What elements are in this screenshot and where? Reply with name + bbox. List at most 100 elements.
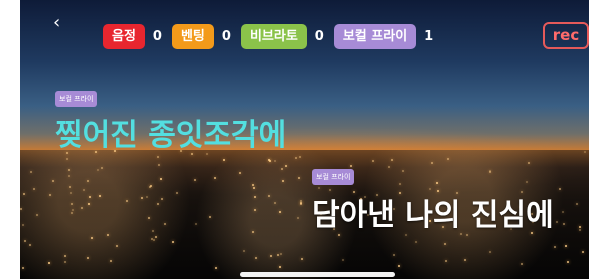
vocal-fry-tag[interactable]: 보컬 프라이 bbox=[333, 24, 417, 49]
city-light bbox=[141, 197, 143, 199]
city-light bbox=[464, 259, 466, 261]
city-light bbox=[70, 192, 72, 194]
city-light bbox=[274, 160, 276, 162]
city-light bbox=[48, 262, 50, 264]
city-light bbox=[556, 221, 558, 223]
city-light bbox=[49, 194, 51, 196]
city-light bbox=[576, 203, 578, 205]
city-light bbox=[64, 255, 66, 257]
lyric-badge-1: 보컬 프라이 bbox=[55, 91, 98, 107]
city-light bbox=[300, 200, 302, 202]
city-light bbox=[158, 164, 160, 166]
pitch-count: 0 bbox=[152, 29, 162, 44]
city-light bbox=[81, 207, 83, 209]
city-light bbox=[155, 236, 157, 238]
city-light bbox=[101, 167, 103, 169]
city-light bbox=[36, 214, 38, 216]
city-light bbox=[301, 258, 303, 260]
city-light bbox=[436, 182, 438, 184]
city-light bbox=[270, 255, 272, 257]
city-light bbox=[393, 254, 395, 256]
city-light bbox=[252, 231, 254, 233]
city-light bbox=[554, 246, 556, 248]
city-light bbox=[342, 259, 344, 261]
technique-counters: 음정 0 벤팅 0 비브라토 0 보컬 프라이 1 bbox=[103, 24, 443, 49]
vocal-fry-count: 1 bbox=[424, 29, 434, 44]
city-light bbox=[215, 267, 217, 269]
city-light bbox=[194, 179, 196, 181]
city-light bbox=[157, 203, 159, 205]
city-light bbox=[24, 240, 26, 242]
city-light bbox=[399, 183, 401, 185]
city-light bbox=[567, 261, 569, 263]
city-light bbox=[110, 260, 112, 262]
city-light bbox=[195, 223, 197, 225]
city-light bbox=[562, 211, 564, 213]
city-light bbox=[466, 234, 468, 236]
home-indicator[interactable] bbox=[240, 272, 395, 277]
lyric-line-1: 찢어진 종잇조각에 bbox=[55, 118, 287, 153]
city-light bbox=[66, 158, 68, 160]
city-light bbox=[298, 177, 300, 179]
city-light bbox=[172, 241, 174, 243]
city-light bbox=[153, 239, 155, 241]
city-light bbox=[22, 224, 24, 226]
lyric-badge-2: 보컬 프라이 bbox=[312, 169, 355, 185]
city-light bbox=[253, 187, 255, 189]
city-light bbox=[274, 202, 276, 204]
city-light bbox=[402, 170, 404, 172]
city-light bbox=[23, 193, 25, 195]
city-light bbox=[89, 196, 91, 198]
city-light bbox=[350, 165, 352, 167]
city-light bbox=[584, 151, 586, 153]
city-light bbox=[30, 171, 32, 173]
city-light bbox=[33, 188, 35, 190]
city-light bbox=[148, 217, 150, 219]
city-light bbox=[83, 189, 85, 191]
city-light bbox=[157, 156, 159, 158]
city-light bbox=[318, 187, 320, 189]
vibrato-count: 0 bbox=[314, 29, 324, 44]
city-light bbox=[579, 229, 581, 231]
city-light bbox=[579, 226, 581, 228]
city-light bbox=[87, 257, 89, 259]
chevron-left-icon: ‹ bbox=[53, 12, 61, 33]
city-light bbox=[300, 203, 302, 205]
pitch-tag[interactable]: 음정 bbox=[103, 24, 145, 49]
vibrato-tag[interactable]: 비브라토 bbox=[240, 24, 307, 49]
city-light bbox=[415, 241, 417, 243]
belting-count: 0 bbox=[221, 29, 231, 44]
city-light bbox=[528, 162, 530, 164]
city-light bbox=[68, 175, 70, 177]
belting-tag[interactable]: 벤팅 bbox=[171, 24, 214, 49]
city-light bbox=[391, 159, 393, 161]
city-light bbox=[88, 203, 90, 205]
city-light bbox=[279, 211, 281, 213]
city-light bbox=[68, 169, 70, 171]
city-light bbox=[268, 159, 270, 161]
city-light bbox=[161, 198, 163, 200]
city-light bbox=[297, 217, 299, 219]
city-light bbox=[295, 157, 297, 159]
city-light bbox=[87, 180, 89, 182]
city-light bbox=[388, 166, 390, 168]
city-light bbox=[285, 165, 287, 167]
city-light bbox=[22, 267, 24, 269]
back-button[interactable]: ‹ bbox=[53, 14, 60, 32]
city-light bbox=[71, 203, 73, 205]
lyric-line-2: 담아낸 나의 진심에 bbox=[312, 198, 554, 233]
city-light bbox=[126, 200, 128, 202]
city-light bbox=[372, 160, 374, 162]
city-light bbox=[64, 261, 66, 263]
city-light bbox=[254, 196, 256, 198]
city-light bbox=[277, 254, 279, 256]
city-light bbox=[431, 162, 433, 164]
city-light bbox=[282, 180, 284, 182]
city-light bbox=[582, 251, 584, 253]
rec-button[interactable]: rec bbox=[543, 22, 589, 49]
city-light bbox=[447, 158, 449, 160]
city-light bbox=[252, 184, 254, 186]
city-light bbox=[299, 156, 301, 158]
city-light bbox=[107, 234, 109, 236]
karaoke-screen: ‹ 음정 0 벤팅 0 비브라토 0 보컬 프라이 1 rec 보컬 프라이 찢… bbox=[20, 0, 589, 279]
